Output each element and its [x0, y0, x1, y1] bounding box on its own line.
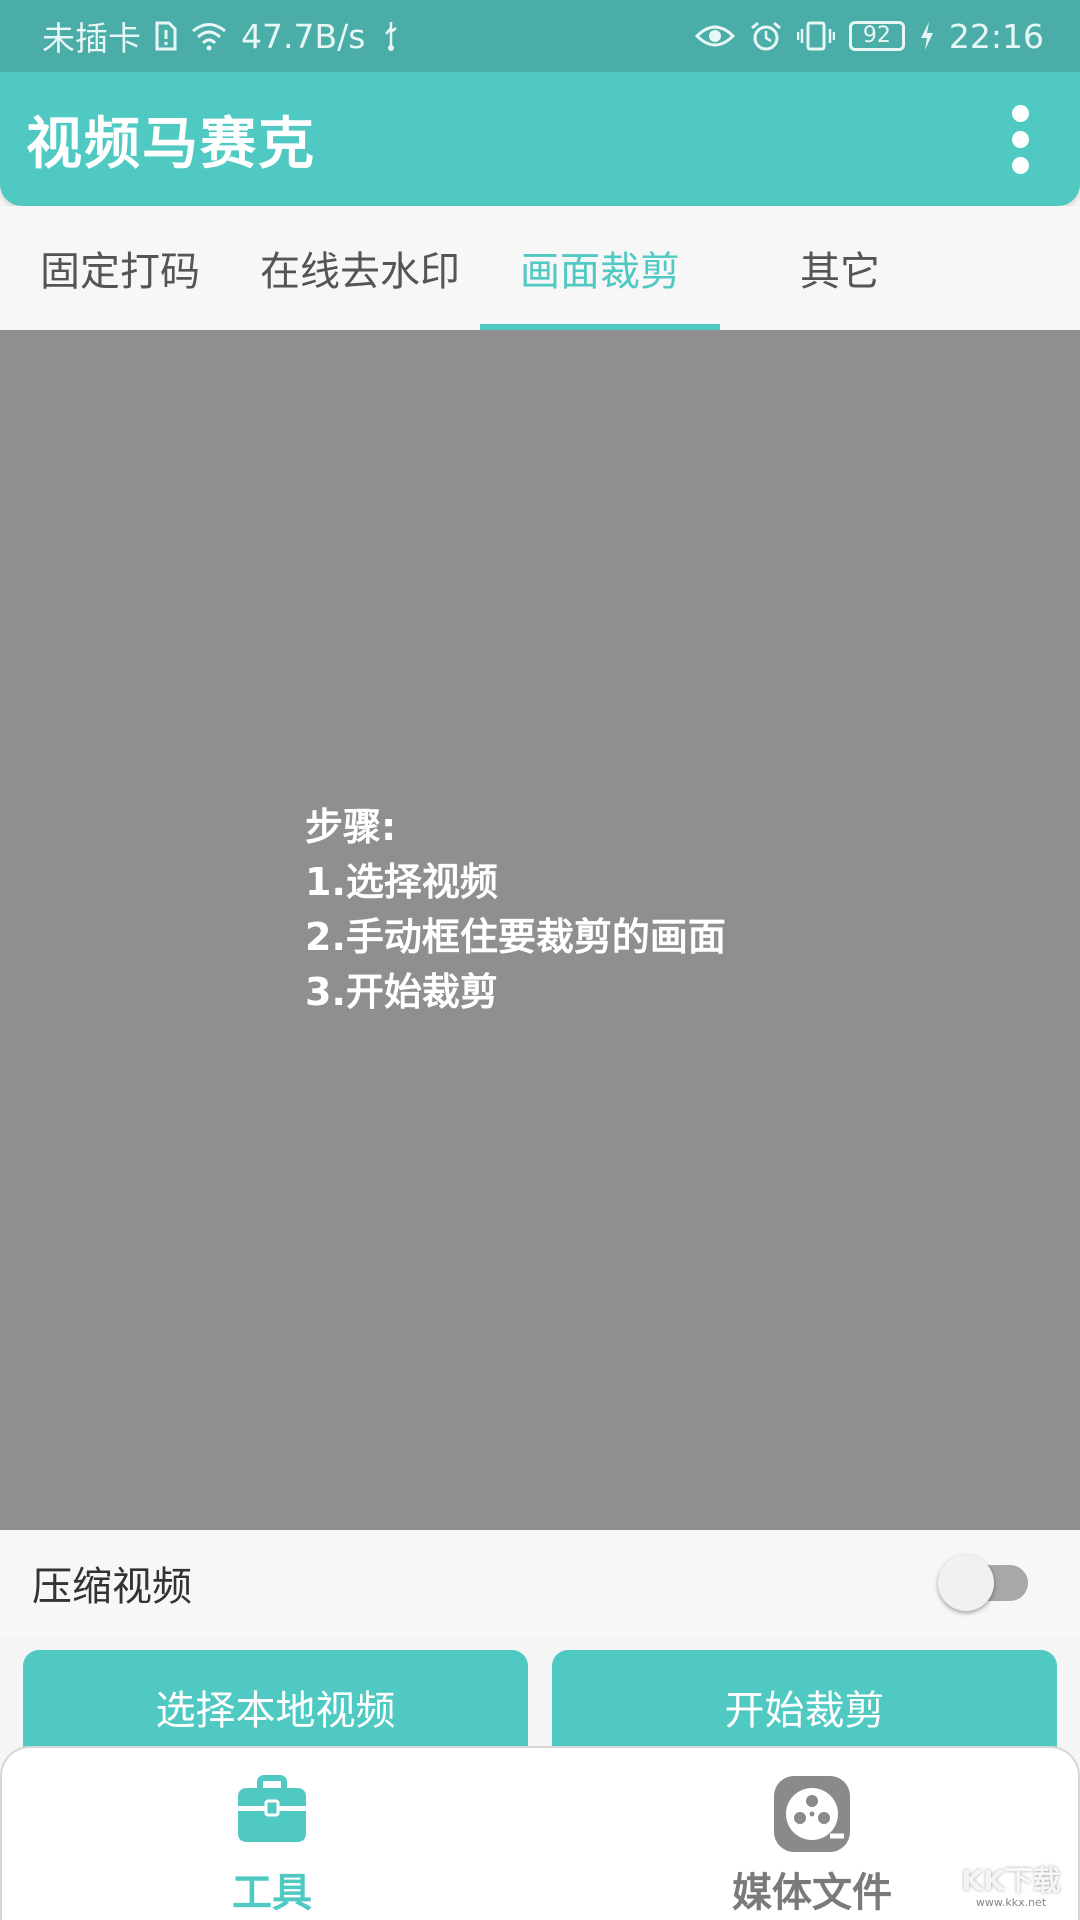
eye-icon — [694, 22, 735, 50]
step-3: 3.开始裁剪 — [305, 970, 498, 1014]
nav-item-media-files[interactable]: 媒体文件 — [662, 1748, 962, 1920]
carrier-text: 未插卡 — [42, 19, 141, 58]
battery-level: 92 — [862, 23, 891, 48]
sim-alert-icon — [155, 21, 177, 51]
app-title: 视频马赛克 — [26, 111, 316, 177]
tab-other[interactable]: 其它 — [720, 206, 960, 330]
watermark-text: KK下载 — [961, 1863, 1061, 1897]
compress-video-toggle[interactable] — [938, 1553, 1030, 1613]
video-preview-area[interactable]: 步骤: 1.选择视频 2.手动框住要裁剪的画面 3.开始裁剪 — [0, 330, 1080, 1530]
start-crop-button[interactable]: 开始裁剪 — [552, 1650, 1057, 1760]
steps-heading: 步骤: — [305, 805, 397, 849]
app-bar: 视频马赛克 — [0, 72, 1080, 206]
status-bar: 未插卡 47.7B/s 92 22:16 — [0, 0, 1080, 72]
tab-bar: 固定打码 在线去水印 画面裁剪 其它 — [0, 206, 1080, 330]
clock-text: 22:16 — [948, 16, 1044, 56]
film-reel-icon — [772, 1774, 852, 1858]
watermark-url: www.kkx.net — [975, 1895, 1047, 1909]
bottom-navigation: 工具 媒体文件 KK下载 www.kkx.net — [0, 1746, 1080, 1920]
status-right: 92 22:16 — [694, 16, 1044, 56]
toolbox-icon — [236, 1774, 308, 1848]
select-local-video-button[interactable]: 选择本地视频 — [23, 1650, 528, 1760]
battery-icon: 92 — [848, 21, 905, 51]
vibrate-icon — [796, 20, 835, 52]
step-1: 1.选择视频 — [305, 860, 498, 904]
watermark-logo: KK下载 www.kkx.net — [952, 1862, 1070, 1912]
wifi-icon — [191, 21, 227, 51]
alarm-icon — [749, 20, 783, 52]
step-2: 2.手动框住要裁剪的画面 — [305, 915, 726, 959]
usb-icon — [379, 20, 403, 52]
screen: 未插卡 47.7B/s 92 22:16 视频马赛克 固定打码 在线去水印 画面… — [0, 0, 1080, 1920]
tab-crop-frame[interactable]: 画面裁剪 — [480, 206, 720, 330]
nav-item-tools[interactable]: 工具 — [122, 1748, 422, 1920]
charging-icon — [919, 21, 935, 51]
nav-label-media-files: 媒体文件 — [732, 1870, 892, 1916]
more-vertical-icon[interactable] — [990, 89, 1050, 189]
toggle-thumb — [938, 1555, 994, 1611]
tab-online-watermark-removal[interactable]: 在线去水印 — [240, 206, 480, 330]
status-left: 未插卡 47.7B/s — [42, 12, 403, 60]
compress-video-label: 压缩视频 — [32, 1564, 192, 1610]
compress-video-row: 压缩视频 — [0, 1530, 1080, 1636]
nav-label-tools: 工具 — [232, 1870, 312, 1916]
tab-fixed-mosaic[interactable]: 固定打码 — [0, 206, 240, 330]
steps-instructions: 步骤: 1.选择视频 2.手动框住要裁剪的画面 3.开始裁剪 — [305, 800, 726, 1020]
net-speed-text: 47.7B/s — [241, 16, 366, 56]
